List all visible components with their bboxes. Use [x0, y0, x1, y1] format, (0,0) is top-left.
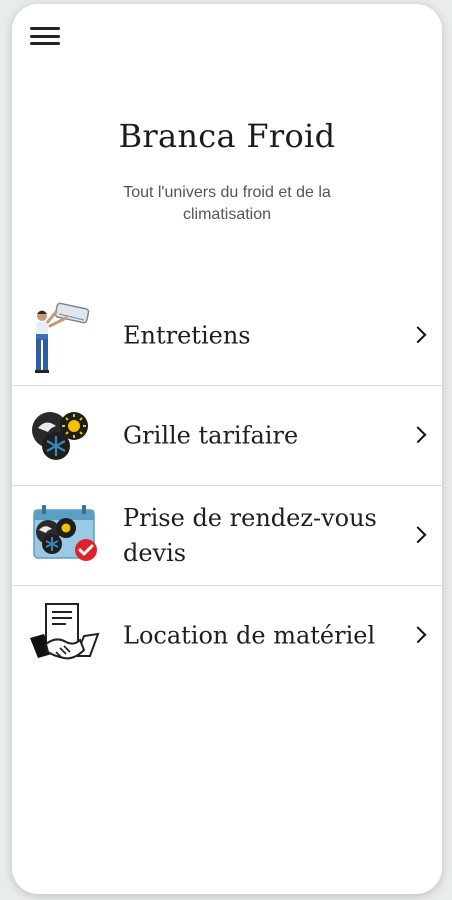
hot-cold-pricing-icon: [32, 412, 88, 460]
menu-item-label: Entretiens: [123, 321, 251, 349]
page-title: Branca Froid: [118, 117, 336, 155]
chevron-right-icon: [409, 625, 427, 643]
technician-ac-unit-icon: [35, 302, 90, 373]
menu-item-label: Grille tarifaire: [123, 421, 299, 449]
handshake-contract-icon: [30, 603, 100, 660]
calendar-appointment-icon: [33, 505, 97, 561]
menu-item-rendez-vous[interactable]: Prise de rendez-vous devis: [12, 486, 442, 586]
hamburger-menu-icon[interactable]: [30, 24, 60, 48]
menu-item-location-materiel[interactable]: Location de matériel: [12, 586, 442, 685]
menu-item-grille-tarifaire[interactable]: Grille tarifaire: [12, 386, 442, 486]
menu-item-entretiens[interactable]: Entretiens: [12, 286, 442, 386]
chevron-right-icon: [409, 325, 427, 343]
chevron-right-icon: [409, 525, 427, 543]
menu-item-label: Prise de rendez-vous devis: [123, 503, 377, 567]
page-subtitle: Tout l'univers du froid et de la climati…: [123, 184, 331, 223]
app-screen: Branca Froid Tout l'univers du froid et …: [12, 4, 442, 894]
menu-list: Entretiens Grille tarifaire Prise de ren…: [12, 286, 442, 685]
chevron-right-icon: [409, 425, 427, 443]
menu-item-label: Location de matériel: [123, 621, 376, 649]
